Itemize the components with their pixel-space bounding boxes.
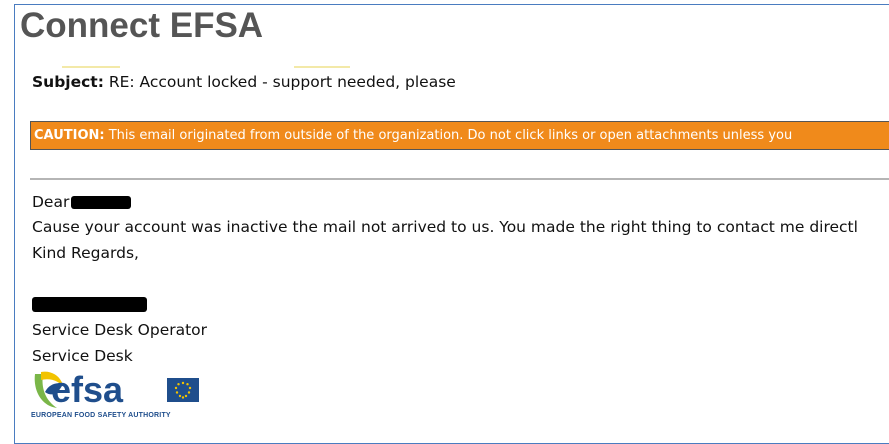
- message-body: Cause your account was inactive the mail…: [32, 218, 858, 236]
- email-subject: Subject: RE: Account locked - support ne…: [32, 73, 456, 91]
- subject-label: Subject:: [32, 73, 104, 91]
- signature-name: [32, 295, 147, 313]
- eu-flag-icon: [167, 378, 199, 402]
- subject-value: RE: Account locked - support needed, ple…: [103, 73, 456, 91]
- caution-banner: CAUTION: This email originated from outs…: [30, 121, 889, 150]
- logo-wordmark: efsa: [51, 369, 124, 410]
- logo-tagline: EUROPEAN FOOD SAFETY AUTHORITY: [31, 412, 171, 419]
- highlight-mark: [294, 66, 350, 68]
- signature-dept: Service Desk: [32, 347, 133, 365]
- greeting-line: Dear: [32, 193, 132, 211]
- closing-text: Kind Regards,: [32, 244, 139, 262]
- redacted-name: [71, 196, 132, 209]
- redacted-signature: [32, 297, 147, 312]
- greeting-text: Dear: [32, 193, 70, 211]
- divider: [30, 178, 889, 180]
- caution-text: This email originated from outside of th…: [104, 128, 793, 143]
- efsa-logo: efsa EUROPEAN FOOD SAFETY AUTHORITY: [31, 368, 206, 424]
- page-title: Connect EFSA: [20, 6, 264, 45]
- caution-label: CAUTION:: [34, 128, 105, 143]
- signature-role: Service Desk Operator: [32, 321, 208, 339]
- highlight-mark: [62, 66, 120, 68]
